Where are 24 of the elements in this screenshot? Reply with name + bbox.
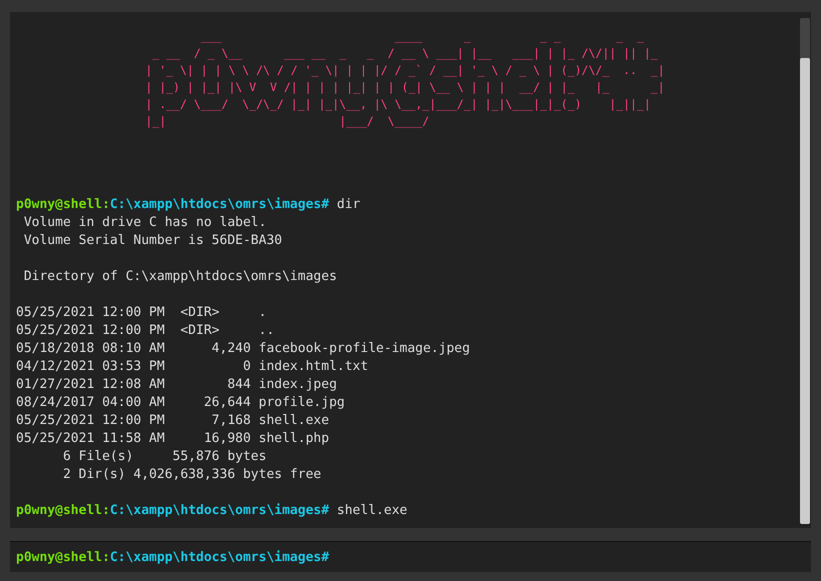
prompt-user: p0wny@shell: (16, 550, 110, 564)
prompt-user: p0wny@shell: (16, 503, 110, 518)
output-line: 05/18/2018 08:10 AM 4,240 facebook-profile-image.jpeg (16, 340, 471, 358)
output-line: 05/25/2021 11:58 AM 16,980 shell.php (16, 430, 330, 448)
ascii-art-title: ___ ____ _ _ _ _ _ _ __ / _ \__ ___ __ _ _ / __ \ ___| |__ ___| | |_ /\/|| || |_ | '_ \| | | \ \ /\ / / '_ \| | | |/ / _` / __| '_ \ / _ \ | (_)/\/_ .. _| | |_) | |_| |\ V V /| | | | |_| | | (_| \__ \ | | | __/ | |_ |_ _| | .__/ \___/ \_/\_/ |_| |_|\__, |\ \__,_|___/_| |_|\___|_|_(_) |_||_| |_| |___/ \____/ (145, 28, 665, 130)
output-line: Volume in drive C has no label. (22, 214, 268, 232)
output-line: 04/12/2021 03:53 PM 0 index.html.txt (16, 358, 370, 376)
output-line: 2 Dir(s) 4,026,638,336 bytes free (62, 466, 322, 484)
output-line: 08/24/2017 04:00 AM 26,644 profile.jpg (16, 394, 346, 412)
output-line: 6 File(s) 55,876 bytes (62, 448, 268, 466)
prompt-path: C:\xampp\htdocs\omrs\images# (110, 550, 330, 564)
prompt-user: p0wny@shell: (16, 197, 110, 212)
prompt-path: C:\xampp\htdocs\omrs\images# (110, 503, 330, 518)
command-input-field[interactable]: p0wny@shell:C:\xampp\htdocs\omrs\images# (10, 541, 811, 572)
output-line: 05/25/2021 12:00 PM 7,168 shell.exe (16, 412, 330, 430)
output-line: 05/25/2021 12:00 PM <DIR> .. (16, 322, 276, 340)
scrollbar[interactable] (800, 18, 810, 524)
command-text: shell.exe (336, 503, 408, 518)
output-line: 01/27/2021 12:08 AM 844 index.jpeg (16, 376, 338, 394)
output-line: Volume Serial Number is 56DE-BA30 (22, 232, 284, 250)
command-text: dir (336, 197, 360, 212)
prompt-path: C:\xampp\htdocs\omrs\images# (110, 197, 330, 212)
output-line: 05/25/2021 12:00 PM <DIR> . (16, 304, 268, 322)
output-line: Directory of C:\xampp\htdocs\omrs\images (22, 268, 338, 286)
